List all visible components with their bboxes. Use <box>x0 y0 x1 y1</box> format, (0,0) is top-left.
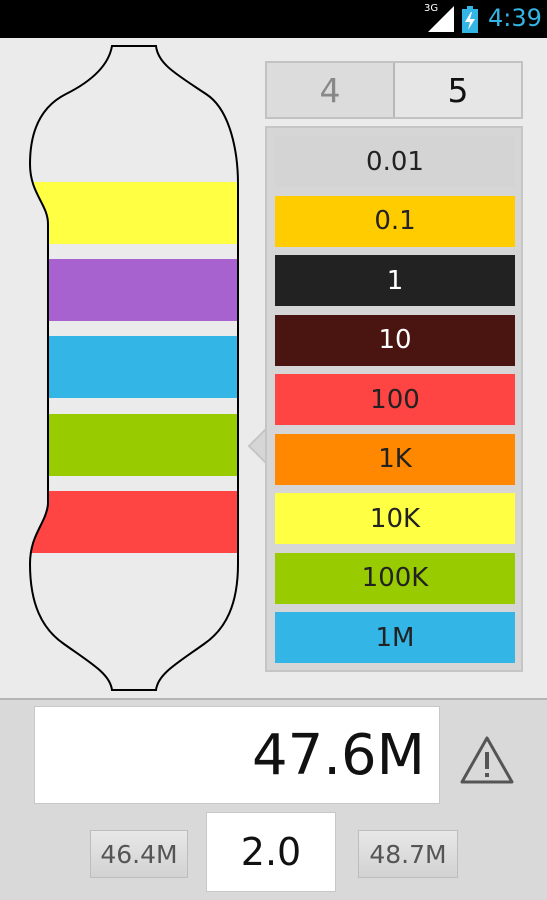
band-count-toggle: 4 5 <box>265 61 523 119</box>
resistance-value: 47.6M <box>251 722 425 788</box>
status-bar: 3G 4:39 <box>0 0 547 38</box>
resistor-band-green[interactable] <box>26 414 244 476</box>
multiplier-option-0-01[interactable]: 0.01 <box>275 136 515 187</box>
band-count-4-button[interactable]: 4 <box>267 63 393 117</box>
resistor-graphic <box>26 45 244 691</box>
battery-charging-icon <box>462 6 478 33</box>
result-panel: 47.6M 46.4M 2.0 48.7M <box>0 698 547 900</box>
resistor-band-violet[interactable] <box>26 259 244 321</box>
min-value-button[interactable]: 46.4M <box>90 830 188 878</box>
resistor-band-yellow[interactable] <box>26 182 244 244</box>
multiplier-option-10k[interactable]: 10K <box>275 493 515 544</box>
multiplier-picker: 0.01 0.1 1 10 100 1K 10K 100K 1M <box>265 126 523 672</box>
signal-icon <box>428 6 454 32</box>
warning-triangle-icon[interactable] <box>459 734 515 786</box>
resistance-display: 47.6M <box>34 706 440 804</box>
multiplier-option-1[interactable]: 1 <box>275 255 515 306</box>
multiplier-option-1k[interactable]: 1K <box>275 433 515 485</box>
multiplier-option-0-1[interactable]: 0.1 <box>275 195 515 247</box>
tolerance-value: 2.0 <box>240 830 302 874</box>
resistor-band-red[interactable] <box>26 491 244 553</box>
multiplier-option-10[interactable]: 10 <box>275 314 515 366</box>
multiplier-option-1m[interactable]: 1M <box>275 612 515 663</box>
clock: 4:39 <box>488 4 542 32</box>
picker-pointer-arrow <box>247 428 267 464</box>
tolerance-display[interactable]: 2.0 <box>206 812 336 892</box>
max-value-button[interactable]: 48.7M <box>358 830 458 878</box>
band-count-5-button[interactable]: 5 <box>393 63 521 117</box>
resistor-band-blue[interactable] <box>26 336 244 398</box>
multiplier-option-100[interactable]: 100 <box>275 374 515 425</box>
multiplier-option-100k[interactable]: 100K <box>275 552 515 604</box>
